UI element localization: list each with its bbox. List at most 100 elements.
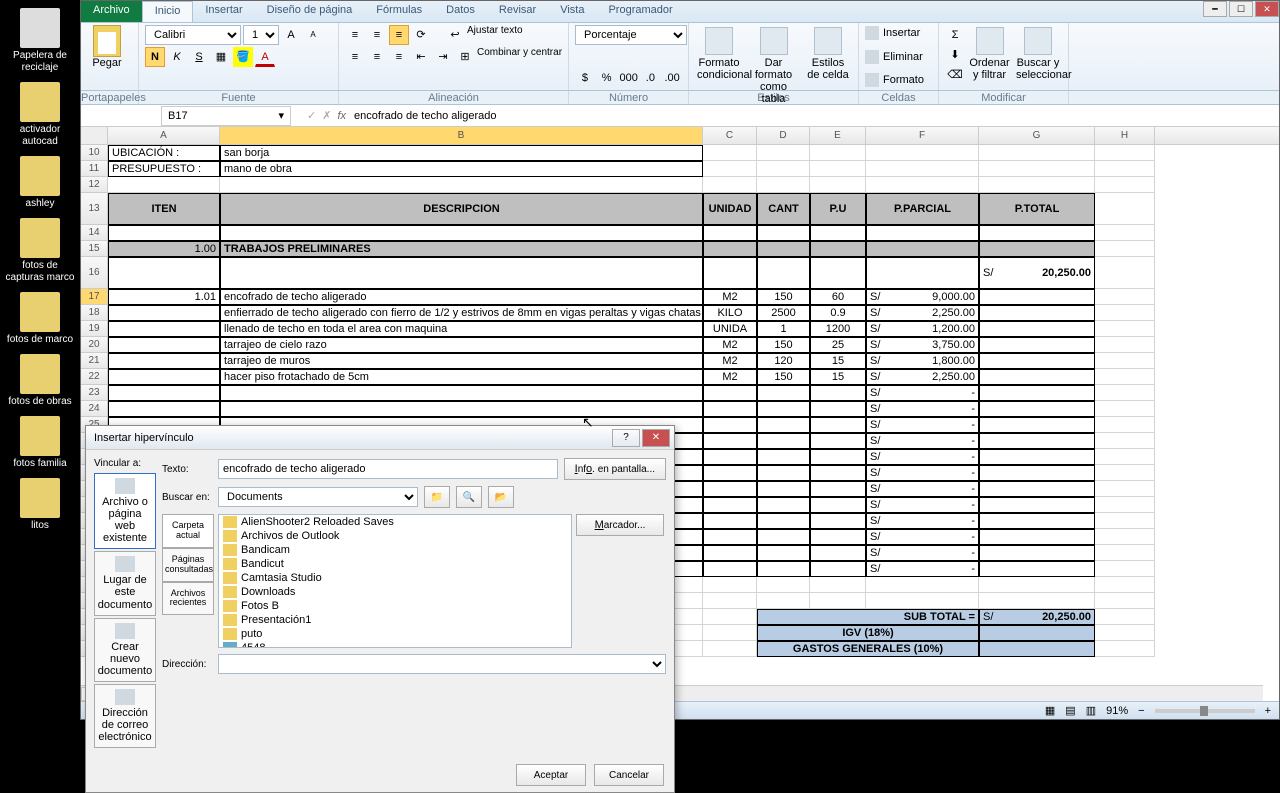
cell[interactable] — [1095, 257, 1155, 289]
insert-cells-button[interactable]: Insertar — [865, 26, 932, 40]
cell[interactable]: S/1,200.00 — [866, 321, 979, 337]
file-item[interactable]: Downloads — [219, 585, 571, 599]
cell[interactable] — [108, 177, 220, 193]
cell[interactable] — [757, 257, 810, 289]
cell[interactable]: 2500 — [757, 305, 810, 321]
cell[interactable]: 1.01 — [108, 289, 220, 305]
cell[interactable]: 1 — [757, 321, 810, 337]
decrease-indent-button[interactable]: ⇤ — [411, 47, 431, 67]
cell[interactable] — [108, 337, 220, 353]
cell-styles-button[interactable]: Estilos de celda — [804, 25, 852, 88]
desktop-icon[interactable]: ashley — [5, 156, 75, 210]
cell[interactable] — [979, 305, 1095, 321]
row-header[interactable]: 16 — [81, 257, 108, 289]
delete-cells-button[interactable]: Eliminar — [865, 50, 932, 64]
increase-decimal-button[interactable]: .0 — [641, 68, 661, 88]
tab-programador[interactable]: Programador — [596, 1, 684, 22]
zoom-level[interactable]: 91% — [1106, 705, 1128, 717]
percent-button[interactable]: % — [597, 68, 617, 88]
cell[interactable] — [810, 241, 866, 257]
font-color-button[interactable]: A — [255, 47, 275, 67]
file-item[interactable]: Fotos B — [219, 599, 571, 613]
cell[interactable] — [703, 177, 757, 193]
currency-button[interactable]: $ — [575, 68, 595, 88]
cell[interactable] — [1095, 161, 1155, 177]
cell[interactable] — [1095, 177, 1155, 193]
cell[interactable]: S/- — [866, 385, 979, 401]
cell[interactable]: 120 — [757, 353, 810, 369]
col-header-b[interactable]: B — [220, 127, 703, 144]
cell[interactable] — [810, 257, 866, 289]
paste-button[interactable]: Pegar — [87, 25, 127, 75]
view-normal-button[interactable]: ▦ — [1045, 704, 1055, 717]
tab-datos[interactable]: Datos — [434, 1, 487, 22]
cell[interactable] — [1095, 241, 1155, 257]
cell[interactable] — [979, 353, 1095, 369]
align-top-button[interactable]: ≡ — [345, 25, 365, 45]
cell[interactable] — [866, 161, 979, 177]
cell[interactable]: UNIDA — [703, 321, 757, 337]
row-header[interactable]: 19 — [81, 321, 108, 337]
number-format-select[interactable]: Porcentaje — [575, 25, 687, 45]
subtotal-value[interactable]: S/20,250.00 — [979, 609, 1095, 625]
browsed-pages-tab[interactable]: Páginas consultadas — [162, 548, 214, 582]
file-list[interactable]: AlienShooter2 Reloaded Saves Archivos de… — [218, 514, 572, 648]
col-header-a[interactable]: A — [108, 127, 220, 144]
cell[interactable] — [108, 257, 220, 289]
cell[interactable] — [810, 177, 866, 193]
cell[interactable] — [866, 145, 979, 161]
row-header[interactable]: 24 — [81, 401, 108, 417]
cell[interactable] — [220, 257, 703, 289]
cell[interactable]: S/1,800.00 — [866, 353, 979, 369]
cell[interactable] — [108, 353, 220, 369]
up-folder-button[interactable]: 📁 — [424, 486, 450, 508]
cell[interactable]: ITEN — [108, 193, 220, 225]
desktop-icon[interactable]: fotos de marco — [5, 292, 75, 346]
cell-selected[interactable]: encofrado de techo aligerado — [220, 289, 703, 305]
cell[interactable] — [1095, 337, 1155, 353]
cell[interactable] — [1095, 289, 1155, 305]
cell[interactable] — [703, 145, 757, 161]
cell[interactable]: S/- — [866, 513, 979, 529]
cell[interactable] — [108, 369, 220, 385]
cell[interactable] — [757, 177, 810, 193]
cell[interactable] — [703, 225, 757, 241]
file-item[interactable]: Bandicam — [219, 543, 571, 557]
cell[interactable] — [979, 145, 1095, 161]
cell[interactable] — [108, 305, 220, 321]
cell[interactable]: S/9,000.00 — [866, 289, 979, 305]
cell[interactable] — [1095, 225, 1155, 241]
row-header[interactable]: 10 — [81, 145, 108, 161]
font-name-select[interactable]: Calibri — [145, 25, 241, 45]
align-left-button[interactable]: ≡ — [345, 47, 365, 67]
clear-button[interactable]: ⌫ — [945, 65, 965, 85]
address-input[interactable] — [218, 654, 666, 674]
increase-indent-button[interactable]: ⇥ — [433, 47, 453, 67]
bookmark-button[interactable]: Marcador... — [576, 514, 664, 536]
underline-button[interactable]: S — [189, 47, 209, 67]
cell[interactable] — [979, 289, 1095, 305]
cell[interactable] — [220, 177, 703, 193]
link-to-email-button[interactable]: Dirección de correo electrónico — [94, 684, 156, 748]
recent-files-tab[interactable]: Archivos recientes — [162, 582, 214, 616]
cell[interactable]: S/- — [866, 401, 979, 417]
row-header[interactable]: 23 — [81, 385, 108, 401]
cell[interactable] — [979, 321, 1095, 337]
link-to-place-button[interactable]: Lugar de este documento — [94, 551, 156, 615]
cell[interactable] — [810, 225, 866, 241]
cell[interactable]: M2 — [703, 369, 757, 385]
cell[interactable]: 1.00 — [108, 241, 220, 257]
row-header[interactable]: 20 — [81, 337, 108, 353]
cell[interactable]: 150 — [757, 369, 810, 385]
italic-button[interactable]: K — [167, 47, 187, 67]
row-header[interactable]: 21 — [81, 353, 108, 369]
cell[interactable] — [866, 177, 979, 193]
cell[interactable]: 1200 — [810, 321, 866, 337]
file-item[interactable]: Archivos de Outlook — [219, 529, 571, 543]
cell[interactable]: P.TOTAL — [979, 193, 1095, 225]
cell[interactable] — [979, 161, 1095, 177]
subtotal-label[interactable]: SUB TOTAL = — [757, 609, 979, 625]
sort-filter-button[interactable]: Ordenar y filtrar — [966, 25, 1014, 88]
cell[interactable]: KILO — [703, 305, 757, 321]
format-table-button[interactable]: Dar formato como tabla — [750, 25, 798, 88]
